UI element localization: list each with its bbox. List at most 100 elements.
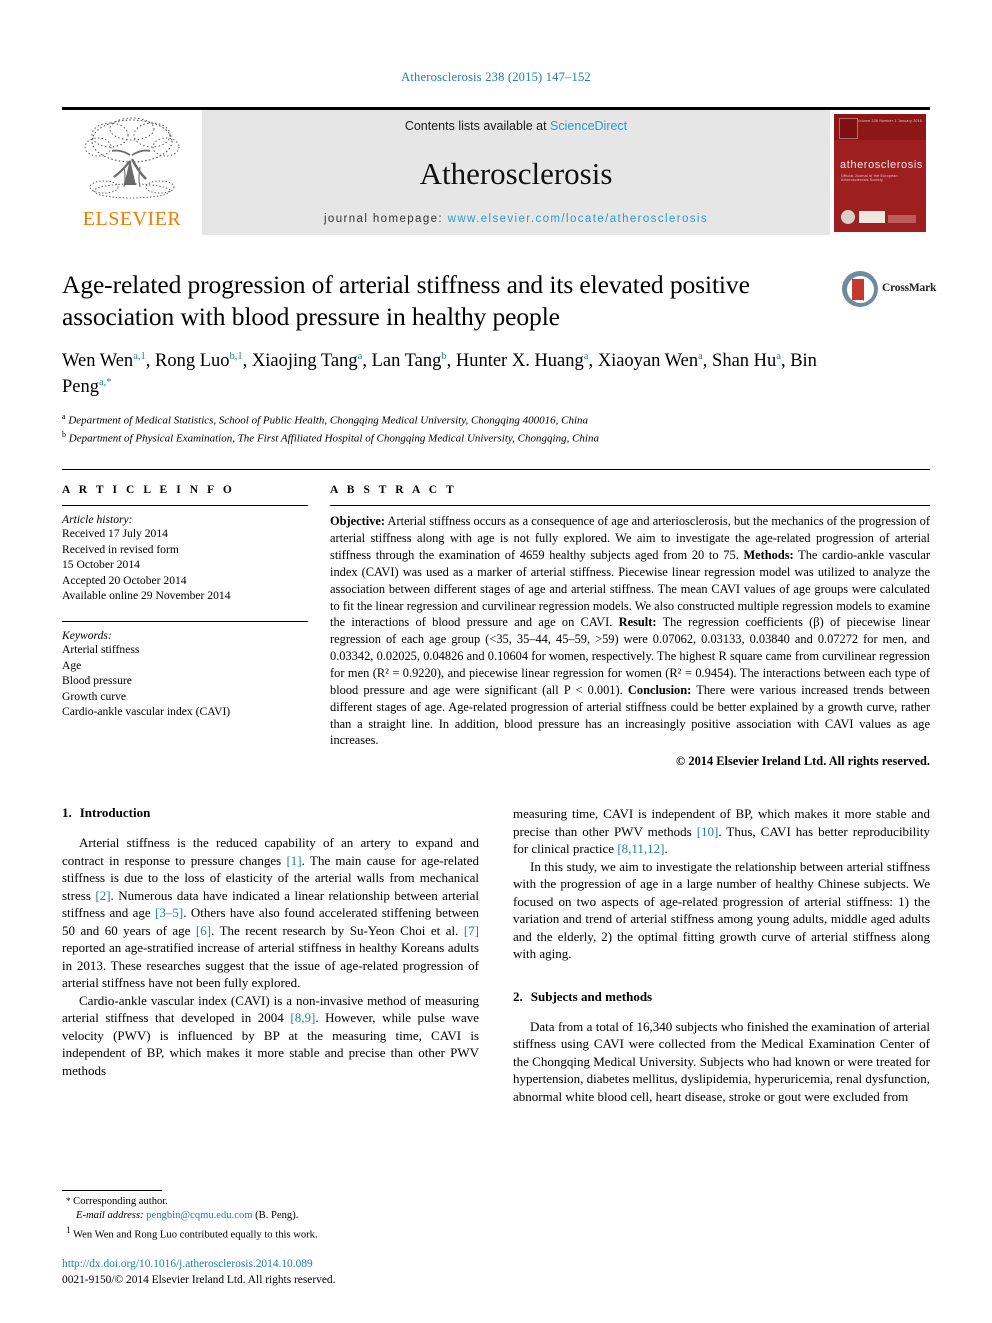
journal-homepage-line: journal homepage: www.elsevier.com/locat… (324, 213, 708, 225)
journal-name: Atherosclerosis (419, 155, 613, 191)
paragraph: In this study, we aim to investigate the… (513, 858, 930, 962)
article-info-column: A R T I C L E I N F O Article history: R… (62, 484, 308, 769)
cover-elsevier-mark (839, 117, 858, 139)
author-entry: Xiaoyan Wena, (597, 351, 713, 372)
abstract-text: Objective: Arterial stiffness occurs as … (330, 513, 930, 749)
footnote-email: E-mail address: pengbin@cqmu.edu.com (B.… (76, 1210, 299, 1222)
cover-subtitle: Official Journal of the European Atheros… (841, 173, 898, 182)
divider (62, 621, 308, 623)
masthead-center: Contents lists available at ScienceDirec… (202, 110, 830, 235)
body-column-left: 1. Introduction Arterial stiffness is the… (62, 805, 479, 1105)
author-entry: Xiaojing Tanga, (251, 351, 372, 372)
keyword-item: Age (62, 658, 82, 672)
abstract-column: A B S T R A C T Objective: Arterial stif… (330, 484, 930, 769)
running-head: Atherosclerosis 238 (2015) 147–152 (401, 70, 591, 84)
footnote-corresponding-author: * Corresponding author. (66, 1195, 168, 1207)
keywords-label: Keywords: (62, 629, 112, 643)
cover-art: Volume 238 Number 1 January 2015 atheros… (834, 113, 926, 232)
elsevier-logo: ELSEVIER (62, 110, 202, 235)
paragraph: Cardio-ankle vascular index (CAVI) is a … (62, 992, 479, 1078)
footnote-mark: * (66, 1195, 71, 1206)
affiliation-list: a Department of Medical Statistics, Scho… (62, 411, 820, 448)
elsevier-tree-icon (84, 117, 180, 199)
cover-image-chip-2 (888, 214, 916, 223)
body-column-right: measuring time, CAVI is independent of B… (513, 805, 930, 1105)
author-entry: Wen Wena,1, (62, 351, 155, 372)
author-affil-mark: b,1 (229, 351, 243, 363)
divider (62, 505, 308, 507)
divider (330, 505, 930, 507)
citation-ref[interactable]: [1] (286, 853, 301, 868)
issn-copyright-line: 0021-9150/© 2014 Elsevier Ireland Ltd. A… (62, 1274, 336, 1287)
doi-link[interactable]: http://dx.doi.org/10.1016/j.atherosclero… (62, 1257, 472, 1273)
article-history-item: Received 17 July 2014 (62, 527, 168, 541)
keyword-item: Blood pressure (62, 674, 132, 688)
abstract-heading: A B S T R A C T (330, 484, 457, 497)
section-title: Introduction (79, 805, 151, 821)
article-history-item: Received in revised form (62, 542, 179, 556)
email-link[interactable]: pengbin@cqmu.edu.com (146, 1210, 252, 1221)
affiliation-item: b Department of Physical Examination, Th… (62, 430, 599, 445)
footnote-mark: 1 (66, 1224, 71, 1235)
cover-title: atherosclerosis (840, 158, 923, 171)
email-label: E-mail address: (76, 1210, 144, 1222)
cover-image-chip-1 (859, 210, 885, 223)
section-number: 2. (513, 988, 523, 1004)
journal-cover-thumbnail: Volume 238 Number 1 January 2015 atheros… (830, 110, 930, 235)
section-number: 1. (62, 805, 72, 821)
paragraph: Arterial stiffness is the reduced capabi… (62, 835, 480, 991)
abstract-copyright: © 2014 Elsevier Ireland Ltd. All rights … (676, 754, 930, 769)
footnotes-block: * Corresponding author. E-mail address: … (62, 1189, 472, 1289)
author-list: Wen Wena,1, Rong Luob,1, Xiaojing Tanga,… (62, 348, 820, 401)
article-history-item: Accepted 20 October 2014 (62, 573, 187, 587)
abstract-objective-label: Objective: (330, 514, 386, 529)
crossmark-badge[interactable]: CrossMark (842, 269, 936, 309)
keyword-item: Growth curve (62, 689, 127, 703)
abstract-conclusion-label: Conclusion: (627, 682, 692, 697)
cover-top-note: Volume 238 Number 1 January 2015 (857, 118, 922, 123)
cover-society-badge (841, 209, 855, 224)
paper-page: Atherosclerosis 238 (2015) 147–152 ELSEV… (0, 0, 992, 1323)
sciencedirect-link[interactable]: ScienceDirect (550, 119, 627, 133)
author-affil-mark: a,1 (133, 351, 146, 363)
paragraph-continued: measuring time, CAVI is independent of B… (513, 806, 931, 857)
keyword-item: Cardio-ankle vascular index (CAVI) (62, 704, 231, 718)
article-history-item: 15 October 2014 (62, 558, 140, 572)
crossmark-label: CrossMark (882, 282, 937, 294)
body-columns: 1. Introduction Arterial stiffness is the… (62, 805, 930, 1105)
contents-line: Contents lists available at ScienceDirec… (405, 119, 627, 133)
author-entry: Shan Hua, (712, 351, 791, 372)
citation-ref[interactable]: [8,9] (290, 1010, 315, 1025)
citation-ref[interactable]: [2] (95, 888, 110, 903)
abstract-methods-label: Methods: (743, 548, 794, 562)
keywords-block: Keywords: Arterial stiffness Age Blood p… (62, 621, 308, 719)
paragraph: Data from a total of 16,340 subjects who… (513, 1018, 930, 1104)
keyword-item: Arterial stiffness (62, 643, 140, 657)
crossmark-icon (842, 271, 878, 307)
author-entry: Hunter X. Huanga, (455, 351, 598, 372)
citation-ref[interactable]: [7] (464, 923, 479, 938)
author-affil-mark: a,* (99, 377, 112, 389)
citation-ref[interactable]: [8,11,12] (617, 841, 664, 856)
citation-ref[interactable]: [3–5] (155, 905, 183, 920)
author-entry: Lan Tangb, (371, 351, 456, 372)
article-info-heading: A R T I C L E I N F O (62, 484, 235, 497)
section-heading-introduction: 1. Introduction (62, 805, 479, 821)
citation-ref[interactable]: [10] (697, 824, 719, 839)
section-title: Subjects and methods (530, 988, 653, 1004)
footnote-divider (62, 1189, 162, 1191)
citation-ref[interactable]: [6] (196, 923, 211, 938)
author-entry: Rong Luob,1, (154, 351, 252, 372)
page-title: Age-related progression of arterial stif… (62, 270, 750, 331)
article-history-item: Available online 29 November 2014 (62, 588, 231, 602)
section-heading-methods: 2. Subjects and methods (513, 989, 930, 1005)
affiliation-item: a Department of Medical Statistics, Scho… (62, 411, 589, 427)
homepage-prefix: journal homepage: (323, 213, 448, 225)
homepage-url[interactable]: www.elsevier.com/locate/atherosclerosis (448, 213, 708, 225)
footnote-equal-contribution: 1 Wen Wen and Rong Luo contributed equal… (66, 1224, 318, 1241)
journal-masthead: ELSEVIER Contents lists available at Sci… (62, 107, 930, 235)
title-block: CrossMark Age-related progression of art… (62, 269, 936, 448)
abstract-result-label: Result: (618, 615, 657, 630)
elsevier-wordmark: ELSEVIER (82, 208, 182, 230)
doi-block: http://dx.doi.org/10.1016/j.atherosclero… (62, 1257, 472, 1289)
